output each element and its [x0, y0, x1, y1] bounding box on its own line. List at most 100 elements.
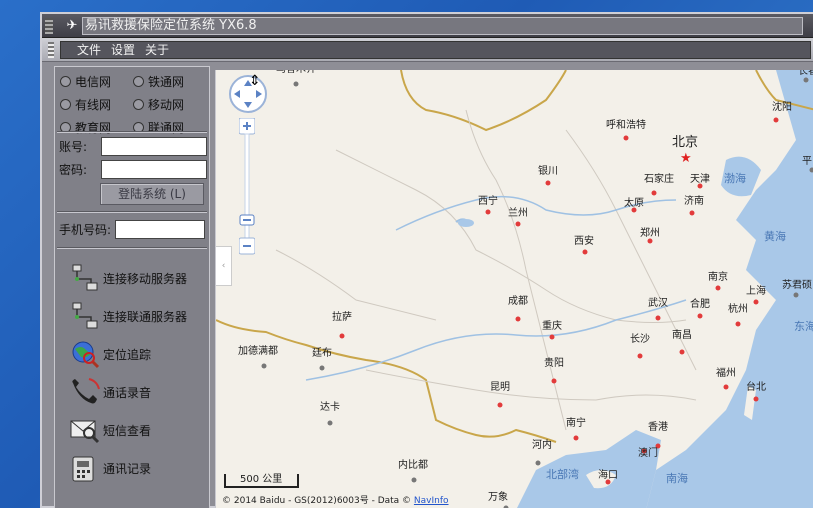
city-label: 西安 [574, 234, 594, 247]
city-label: 平 [802, 156, 812, 167]
city-marker[interactable] [753, 396, 759, 402]
city-marker[interactable] [339, 333, 345, 339]
city-label: 武汉 [648, 296, 668, 309]
title-grip[interactable] [45, 18, 53, 34]
capital-star-icon[interactable]: ★ [680, 151, 692, 166]
city-marker[interactable] [697, 313, 703, 319]
city-marker[interactable] [655, 315, 661, 321]
city-marker[interactable] [293, 81, 299, 87]
city-marker[interactable] [515, 316, 521, 322]
city-marker[interactable] [715, 285, 721, 291]
city-label: 廷布 [312, 347, 332, 359]
radio-unicom[interactable]: 联通网 [133, 119, 206, 136]
city-marker[interactable] [535, 460, 541, 466]
city-marker[interactable] [582, 249, 588, 255]
sms-view-button[interactable]: 短信查看 [69, 415, 151, 445]
radio-cable[interactable]: 有线网 [60, 96, 133, 113]
connect-mobile-server-button[interactable]: 连接移动服务器 [69, 263, 187, 293]
divider [57, 131, 207, 133]
map-canvas: 乌鲁木齐呼和浩特 沈阳 长春天津 石家庄太原 济南 银川西宁兰州西安 郑州南京上海 苏君硕合肥… [216, 70, 813, 508]
radio-railcom[interactable]: 铁通网 [133, 73, 206, 90]
city-marker[interactable] [793, 292, 799, 298]
radio-label: 移动网 [148, 98, 185, 112]
city-marker[interactable] [637, 353, 643, 359]
location-tracking-button[interactable]: 定位追踪 [69, 339, 151, 369]
radio-education[interactable]: 教育网 [60, 119, 133, 136]
collapse-handle[interactable]: ‹ [216, 246, 232, 286]
radio-telecom[interactable]: 电信网 [60, 73, 133, 90]
city-label: 澳门 [638, 446, 658, 459]
account-input[interactable] [101, 137, 207, 156]
city-label: 石家庄 [644, 172, 674, 185]
city-label: 天津 [690, 173, 710, 185]
menu-file[interactable]: 文件 [77, 42, 101, 58]
radio-button[interactable] [133, 99, 144, 110]
account-label: 账号: [59, 140, 88, 154]
phone-book-icon [69, 453, 101, 483]
city-marker[interactable] [573, 435, 579, 441]
login-button[interactable]: 登陆系统 (L) [100, 183, 204, 205]
capital-label: 北京 [672, 135, 698, 150]
city-marker[interactable] [735, 321, 741, 327]
radio-button[interactable] [60, 76, 71, 87]
action-label: 通讯记录 [103, 461, 152, 476]
window-title: 易讯救援保险定位系统 YX6.8 [82, 17, 803, 35]
city-marker[interactable] [549, 334, 555, 340]
city-marker[interactable] [515, 221, 521, 227]
city-marker[interactable] [753, 299, 759, 305]
city-label: 拉萨 [332, 310, 352, 323]
city-marker[interactable] [679, 349, 685, 355]
city-marker[interactable] [327, 420, 333, 426]
radio-mobile[interactable]: 移动网 [133, 96, 206, 113]
account-row: 账号: [59, 137, 207, 156]
city-marker[interactable] [551, 378, 557, 384]
pan-control[interactable] [228, 74, 268, 114]
title-bar[interactable]: ✈ 易讯救援保险定位系统 YX6.8 [42, 14, 813, 38]
call-recording-button[interactable]: 通话录音 [69, 377, 151, 407]
city-marker[interactable] [651, 190, 657, 196]
city-marker[interactable] [623, 135, 629, 141]
zoom-control[interactable] [239, 118, 255, 268]
radio-button[interactable] [133, 76, 144, 87]
menu-settings[interactable]: 设置 [111, 42, 135, 58]
sea-label: 黄海 [764, 229, 786, 243]
qinghai-lake [458, 219, 474, 227]
connect-unicom-server-button[interactable]: 连接联通服务器 [69, 301, 187, 331]
app-icon: ✈ [66, 18, 78, 33]
phone-row: 手机号码: [59, 220, 205, 239]
city-marker[interactable] [485, 209, 491, 215]
city-label: 昆明 [490, 381, 510, 393]
radio-button[interactable] [60, 99, 71, 110]
city-label: 河内 [532, 438, 552, 451]
city-marker[interactable] [261, 363, 267, 369]
city-marker[interactable] [723, 384, 729, 390]
city-marker[interactable] [647, 238, 653, 244]
radio-label: 有线网 [75, 98, 112, 112]
sea-label: 北部湾 [546, 467, 579, 481]
password-input[interactable] [101, 160, 207, 179]
menu-bar: 文件 设置 关于 [42, 38, 813, 62]
action-label: 通话录音 [103, 385, 152, 400]
city-marker[interactable] [411, 477, 417, 483]
city-marker[interactable] [545, 180, 551, 186]
map-view[interactable]: 乌鲁木齐呼和浩特 沈阳 长春天津 石家庄太原 济南 银川西宁兰州西安 郑州南京上海 苏君硕合肥… [215, 70, 813, 508]
city-marker[interactable] [773, 117, 779, 123]
city-label: 呼和浩特 [606, 119, 646, 131]
menu-grip[interactable] [48, 42, 54, 58]
city-label: 福州 [716, 366, 736, 379]
menu-strip: 文件 设置 关于 [60, 41, 811, 59]
city-marker[interactable] [497, 402, 503, 408]
control-panel: 电信网 铁通网 有线网 移动网 教育网 联通网 账号: 密码: 登陆系统 (L)… [54, 66, 210, 508]
call-log-button[interactable]: 通讯记录 [69, 453, 151, 483]
city-label: 内比都 [398, 458, 428, 471]
city-marker[interactable] [803, 77, 809, 83]
city-marker[interactable] [319, 365, 325, 371]
city-label: 达卡 [320, 400, 340, 413]
network-options: 电信网 铁通网 有线网 移动网 教育网 联通网 [60, 73, 206, 136]
zoom-track[interactable] [244, 133, 250, 253]
attribution-link[interactable]: NavInfo [414, 496, 449, 506]
phone-input[interactable] [115, 220, 205, 239]
city-marker[interactable] [689, 210, 695, 216]
globe-search-icon [69, 339, 101, 369]
menu-about[interactable]: 关于 [145, 42, 169, 58]
